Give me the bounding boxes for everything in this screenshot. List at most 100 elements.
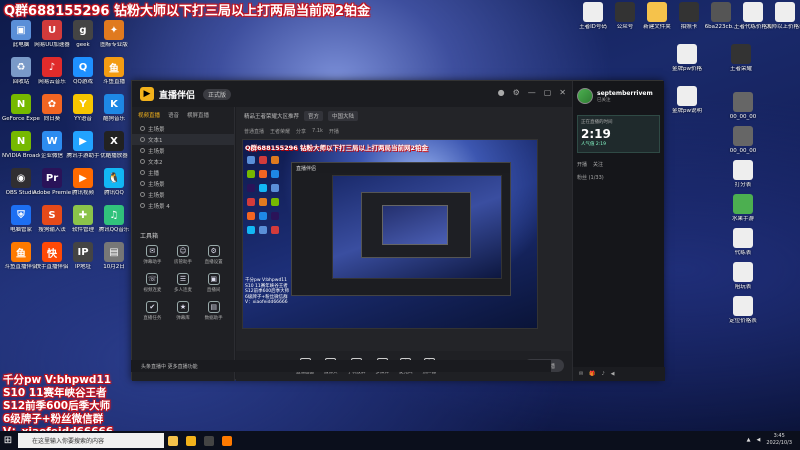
tab-live[interactable]: 开播: [577, 161, 587, 168]
tool-button[interactable]: ☰ 多人连麦: [168, 273, 199, 293]
eye-icon[interactable]: [140, 148, 145, 153]
app-titlebar[interactable]: ▶ 直播伴侣 正式版 ● ⚙ — ▢ ✕: [132, 81, 572, 107]
desktop-icon[interactable]: ♫ 腾讯QQ音乐: [95, 205, 133, 234]
preview-sub-item[interactable]: 7.1k: [312, 128, 323, 134]
app-icon: W: [42, 131, 62, 151]
tool-button[interactable]: ⚙ 直播设置: [198, 245, 229, 265]
preview-sub-item[interactable]: 开播: [329, 128, 339, 135]
source-item[interactable]: 主场景 4: [132, 200, 234, 211]
desktop-icon[interactable]: 00_00_00: [724, 126, 762, 155]
speaker-icon[interactable]: ◀: [611, 371, 615, 377]
desktop-icon[interactable]: 水果手游: [724, 194, 762, 223]
eye-icon[interactable]: [140, 159, 145, 164]
mic-icon[interactable]: ♪: [601, 371, 604, 377]
tool-button[interactable]: ☏ 视频连麦: [137, 273, 168, 293]
desktop-icon[interactable]: 打分表: [724, 160, 762, 189]
taskbar-app-obs[interactable]: [200, 431, 218, 450]
source-item[interactable]: 主场景: [132, 178, 234, 189]
eye-icon[interactable]: [140, 170, 145, 175]
taskbar-search-input[interactable]: 在这里输入你要搜索的内容: [18, 433, 164, 448]
taskbar-app-douyu[interactable]: [218, 431, 236, 450]
eye-icon[interactable]: [140, 126, 145, 131]
tab-landscape[interactable]: 横屏直播: [187, 111, 209, 119]
tool-label: 直播设置: [204, 260, 223, 265]
mini-app-icon: [247, 156, 255, 164]
region-pill[interactable]: 中国大陆: [328, 111, 359, 121]
tab-video-live[interactable]: 视频直播: [138, 111, 160, 119]
desktop-icon[interactable]: 🐧 腾讯QQ: [95, 168, 133, 197]
tab-follow[interactable]: 关注: [593, 161, 603, 168]
source-item[interactable]: 主场景: [132, 123, 234, 134]
desktop-icon[interactable]: K 酷狗音乐: [95, 94, 133, 123]
live-timer: 2:19: [581, 127, 611, 141]
taskbar-app-file-explorer[interactable]: [164, 431, 182, 450]
tool-icon: ⚙: [207, 245, 220, 257]
settings-icon[interactable]: ⚙: [513, 88, 520, 97]
desktop-icon[interactable]: 定位价格表: [724, 296, 762, 325]
avatar[interactable]: [577, 88, 593, 104]
desktop-icon[interactable]: X 优酷播放器: [95, 131, 133, 160]
desktop-icon[interactable]: 金牌pw价格: [668, 44, 706, 73]
source-item[interactable]: 主播: [132, 167, 234, 178]
desktop-icon[interactable]: 陪玩表: [724, 262, 762, 291]
gift-icon[interactable]: 🎁: [589, 371, 595, 377]
stream-preview[interactable]: Q群688155296 钻粉大师以下打三局以上打两局当前网2铂金 直播伴侣 千分…: [242, 139, 538, 329]
desktop-icon-label: 酷狗音乐: [102, 116, 125, 122]
tool-button[interactable]: ☺ 房管助手: [168, 245, 199, 265]
avatar-icon[interactable]: ●: [498, 88, 505, 97]
tool-label: 视频连麦: [143, 288, 162, 293]
app-icon: U: [42, 20, 62, 40]
app-icon: Q: [73, 57, 93, 77]
minimize-icon[interactable]: —: [528, 88, 536, 97]
desktop-icon[interactable]: ✦ 图标专业版: [95, 20, 133, 49]
tool-button[interactable]: ▣ 直播间: [198, 273, 229, 293]
close-icon[interactable]: ✕: [559, 88, 566, 97]
room-title[interactable]: 精品王者荣耀大区推荐: [244, 112, 299, 120]
desktop-icon[interactable]: 大师以上价格表: [766, 2, 800, 31]
eye-icon[interactable]: [140, 203, 145, 208]
app-version-badge[interactable]: 正式版: [203, 88, 232, 100]
desktop-icon[interactable]: 王者荣耀: [722, 44, 760, 73]
tool-button[interactable]: ✉ 弹幕助手: [137, 245, 168, 265]
eye-icon[interactable]: [140, 137, 145, 142]
preview-sub-item[interactable]: 分享: [296, 128, 306, 135]
windows-start-icon[interactable]: ⊞: [0, 431, 16, 450]
desktop-icon[interactable]: 鱼斗鱼直播: [95, 57, 133, 86]
preview-sub-item[interactable]: 普通直播: [244, 128, 264, 135]
source-label: 文本1: [148, 137, 163, 144]
system-tray: ▲ ◀ 3:45 2022/10/3: [747, 433, 792, 447]
desktop-icon[interactable]: ▤ 10月2日: [95, 242, 133, 271]
category-pill[interactable]: 官方: [304, 111, 324, 121]
desktop-icon[interactable]: 金牌pw说明: [668, 86, 706, 115]
clock[interactable]: 3:45 2022/10/3: [766, 433, 792, 447]
source-item[interactable]: 文本2: [132, 156, 234, 167]
chat-icon[interactable]: ✉: [579, 371, 583, 377]
desktop-icon-label: 图标专业版: [100, 42, 128, 48]
tool-label: 弹幕库: [176, 316, 190, 321]
eye-icon[interactable]: [140, 181, 145, 186]
app-icon: ♻: [11, 57, 31, 77]
source-item[interactable]: 主场景: [132, 189, 234, 200]
tab-voice[interactable]: 语音: [168, 111, 179, 119]
eye-icon[interactable]: [140, 192, 145, 197]
taskbar-app-live-companion[interactable]: [182, 431, 200, 450]
mini-app-icon: [259, 170, 267, 178]
tool-button[interactable]: ✔ 直播任务: [137, 301, 168, 321]
desktop-icon[interactable]: 代练表: [724, 228, 762, 257]
mini-app-icon: [259, 198, 267, 206]
preview-sub-item[interactable]: 王者荣耀: [270, 128, 290, 135]
tool-button[interactable]: ★ 弹幕库: [168, 301, 199, 321]
volume-icon[interactable]: ◀: [757, 437, 761, 443]
maximize-icon[interactable]: ▢: [544, 88, 552, 97]
network-icon[interactable]: ▲: [747, 437, 751, 443]
source-item[interactable]: 主场景: [132, 145, 234, 156]
desktop-icon-label: 定位价格表: [729, 318, 757, 324]
desktop-icon-label: 斗鱼直播: [102, 79, 125, 85]
tool-button[interactable]: ▤ 数据助手: [198, 301, 229, 321]
source-item[interactable]: 文本1: [132, 134, 234, 145]
preview-header: 精品王者荣耀大区推荐 官方 中国大陆: [236, 107, 572, 125]
user-row: septemberrivem 已关注: [573, 81, 664, 111]
file-icon: [733, 160, 753, 180]
file-icon: [677, 44, 697, 64]
desktop-icon[interactable]: 00_00_00: [724, 92, 762, 121]
